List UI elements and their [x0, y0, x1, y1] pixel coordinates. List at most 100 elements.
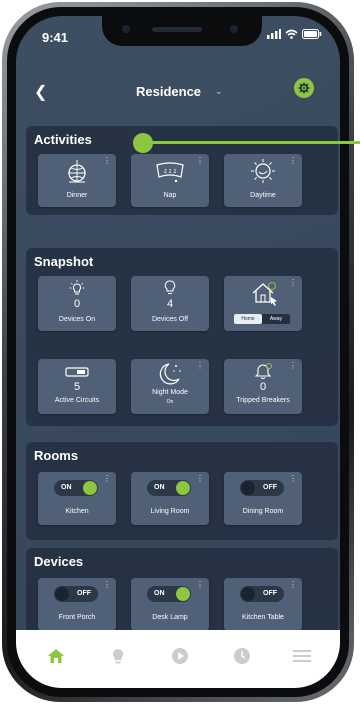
- clock-icon: [234, 648, 250, 664]
- sensor-icon: [230, 25, 238, 33]
- night-mode-card[interactable]: ⋮ Night Mode On: [131, 359, 209, 414]
- tripped-breakers-card[interactable]: ⋮ 0 Tripped Breakers: [224, 359, 302, 414]
- house-icon: [252, 282, 277, 306]
- rooms-section: Rooms ⋮ ON Kitchen ⋮ ON Living Room ⋮ OF…: [26, 442, 338, 540]
- room-label: Kitchen: [65, 508, 89, 515]
- pillow-icon: z z z: [156, 162, 184, 183]
- more-icon[interactable]: ⋮: [289, 581, 297, 589]
- battery-icon: [302, 29, 322, 39]
- page-title: Residence: [136, 84, 202, 99]
- more-icon[interactable]: ⋮: [196, 157, 204, 165]
- tab-home[interactable]: [44, 644, 68, 668]
- night-mode-label: Night Mode: [152, 389, 188, 396]
- gear-icon: [298, 82, 310, 94]
- snapshot-section: Snapshot 0 Devices On 4 Devices Off ⋮ Ho…: [26, 248, 338, 426]
- devices-on-label: Devices On: [58, 316, 96, 323]
- more-icon[interactable]: ⋮: [103, 157, 111, 165]
- toggle-state: OFF: [263, 590, 277, 597]
- room-card-kitchen[interactable]: ⋮ ON Kitchen: [38, 472, 116, 525]
- moon-icon: [159, 363, 181, 385]
- notch: [102, 16, 262, 46]
- menu-icon: [293, 650, 311, 662]
- devices-off-label: Devices Off: [151, 316, 189, 323]
- camera-icon: [122, 25, 130, 33]
- room-card-living-room[interactable]: ⋮ ON Living Room: [131, 472, 209, 525]
- toggle-state: ON: [154, 484, 165, 491]
- devices-off-value: 4: [166, 298, 174, 310]
- phone-frame: 9:41 ❮ Residence ⌄ Activities ⋮ Dinner ⋮…: [2, 2, 354, 702]
- chevron-down-icon: ⌄: [215, 86, 223, 96]
- back-button[interactable]: ❮: [34, 82, 47, 102]
- active-circuits-value: 5: [73, 381, 81, 393]
- more-icon[interactable]: ⋮: [289, 157, 297, 165]
- section-title: Rooms: [34, 448, 79, 463]
- section-title: Snapshot: [34, 254, 94, 269]
- device-label: Desk Lamp: [152, 614, 188, 621]
- status-time: 9:41: [42, 30, 69, 45]
- active-circuits-card[interactable]: 5 Active Circuits: [38, 359, 116, 414]
- device-toggle[interactable]: OFF: [240, 586, 284, 602]
- tab-devices[interactable]: [106, 644, 130, 668]
- disco-ball-icon: [68, 160, 86, 183]
- device-label: Front Porch: [58, 614, 96, 621]
- speaker: [152, 27, 202, 32]
- active-circuits-label: Active Circuits: [54, 397, 100, 404]
- more-icon[interactable]: ⋮: [289, 475, 297, 483]
- app-screen: 9:41 ❮ Residence ⌄ Activities ⋮ Dinner ⋮…: [16, 16, 340, 688]
- toggle-state: OFF: [77, 590, 91, 597]
- room-label: Dining Room: [242, 508, 284, 515]
- activity-card-dinner[interactable]: ⋮ Dinner: [38, 154, 116, 207]
- section-title: Activities: [34, 132, 92, 147]
- room-label: Living Room: [150, 508, 190, 515]
- section-title: Devices: [34, 554, 84, 569]
- room-toggle[interactable]: ON: [54, 480, 98, 496]
- more-icon[interactable]: ⋮: [289, 362, 297, 370]
- more-icon[interactable]: ⋮: [289, 279, 297, 287]
- device-toggle[interactable]: OFF: [54, 586, 98, 602]
- device-card-kitchen-table[interactable]: ⋮ OFF Kitchen Table: [224, 578, 302, 631]
- devices-on-card[interactable]: 0 Devices On: [38, 276, 116, 331]
- devices-on-value: 0: [73, 298, 81, 310]
- room-toggle[interactable]: ON: [147, 480, 191, 496]
- night-mode-state: On: [166, 399, 174, 405]
- play-icon: [172, 648, 188, 664]
- device-toggle[interactable]: ON: [147, 586, 191, 602]
- home-option[interactable]: Home: [234, 314, 262, 324]
- bulb-on-icon: [69, 280, 85, 295]
- more-icon[interactable]: ⋮: [196, 581, 204, 589]
- tripped-breakers-label: Tripped Breakers: [236, 397, 290, 404]
- device-label: Kitchen Table: [242, 614, 284, 621]
- settings-button[interactable]: [294, 78, 314, 98]
- tab-menu[interactable]: [290, 644, 314, 668]
- home-icon: [48, 649, 64, 663]
- more-icon[interactable]: ⋮: [103, 581, 111, 589]
- activities-section: Activities ⋮ Dinner ⋮ z z z Nap ⋮ Daytim…: [26, 126, 338, 215]
- away-option[interactable]: Away: [262, 314, 290, 324]
- more-icon[interactable]: ⋮: [103, 475, 111, 483]
- room-card-dining-room[interactable]: ⋮ OFF Dining Room: [224, 472, 302, 525]
- callout-dot: [133, 133, 153, 153]
- callout-line: [150, 141, 360, 144]
- card-label: Nap: [163, 192, 177, 199]
- activity-card-daytime[interactable]: ⋮ Daytime: [224, 154, 302, 207]
- device-card-desk-lamp[interactable]: ⋮ ON Desk Lamp: [131, 578, 209, 631]
- residence-selector[interactable]: Residence ⌄: [136, 84, 223, 99]
- more-icon[interactable]: ⋮: [196, 362, 204, 370]
- tab-history[interactable]: [230, 644, 254, 668]
- toggle-knob: [83, 481, 97, 495]
- toggle-knob: [55, 587, 69, 601]
- tripped-breakers-value: 0: [259, 381, 267, 393]
- devices-off-card[interactable]: 4 Devices Off: [131, 276, 209, 331]
- activity-card-nap[interactable]: ⋮ z z z Nap: [131, 154, 209, 207]
- toggle-knob: [241, 481, 255, 495]
- tab-activities[interactable]: [168, 644, 192, 668]
- wifi-icon: [285, 29, 298, 39]
- room-toggle[interactable]: OFF: [240, 480, 284, 496]
- toggle-knob: [176, 481, 190, 495]
- home-away-toggle[interactable]: Home Away: [234, 314, 290, 324]
- device-card-front-porch[interactable]: ⋮ OFF Front Porch: [38, 578, 116, 631]
- card-label: Dinner: [66, 192, 88, 199]
- more-icon[interactable]: ⋮: [196, 475, 204, 483]
- bulb-icon: [113, 648, 123, 663]
- home-away-card[interactable]: ⋮ Home Away: [224, 276, 302, 331]
